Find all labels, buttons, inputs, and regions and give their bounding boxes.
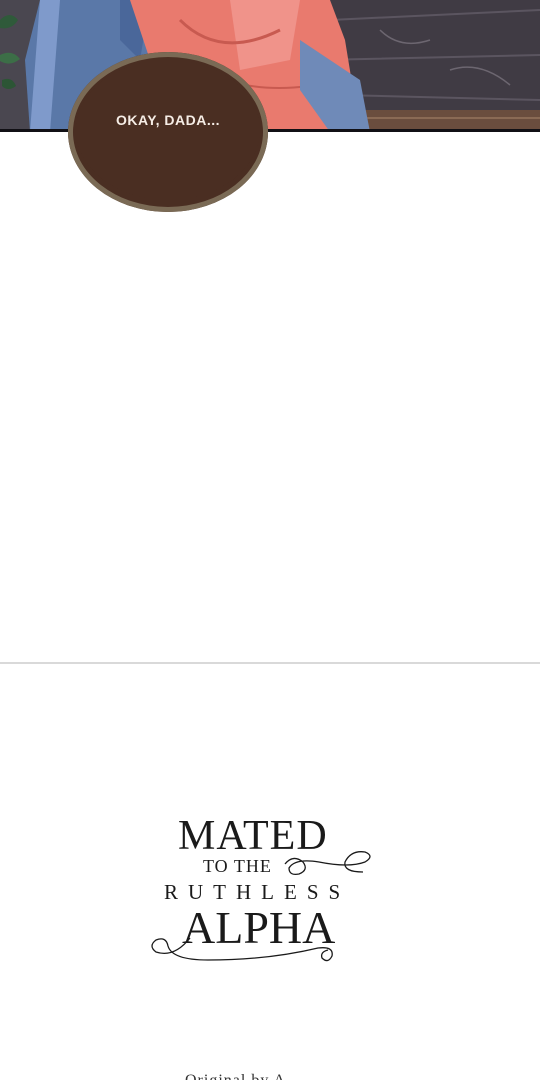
title-line-1: MATED bbox=[178, 813, 328, 859]
title-line-4: ALPHA bbox=[182, 902, 336, 953]
credit-text: Original by A bbox=[185, 1072, 365, 1080]
series-title-logo: MATED TO THE RUTHLESS ALPHA bbox=[150, 812, 400, 972]
title-line-2: TO THE bbox=[203, 856, 272, 876]
speech-bubble-body: OKAY, DADA... bbox=[76, 60, 260, 200]
credit-text-cropped: Original by A bbox=[185, 1072, 365, 1080]
speech-bubble-text: OKAY, DADA... bbox=[115, 112, 220, 128]
speech-bubble: OKAY, DADA... bbox=[68, 52, 268, 212]
panel-divider bbox=[0, 662, 540, 664]
